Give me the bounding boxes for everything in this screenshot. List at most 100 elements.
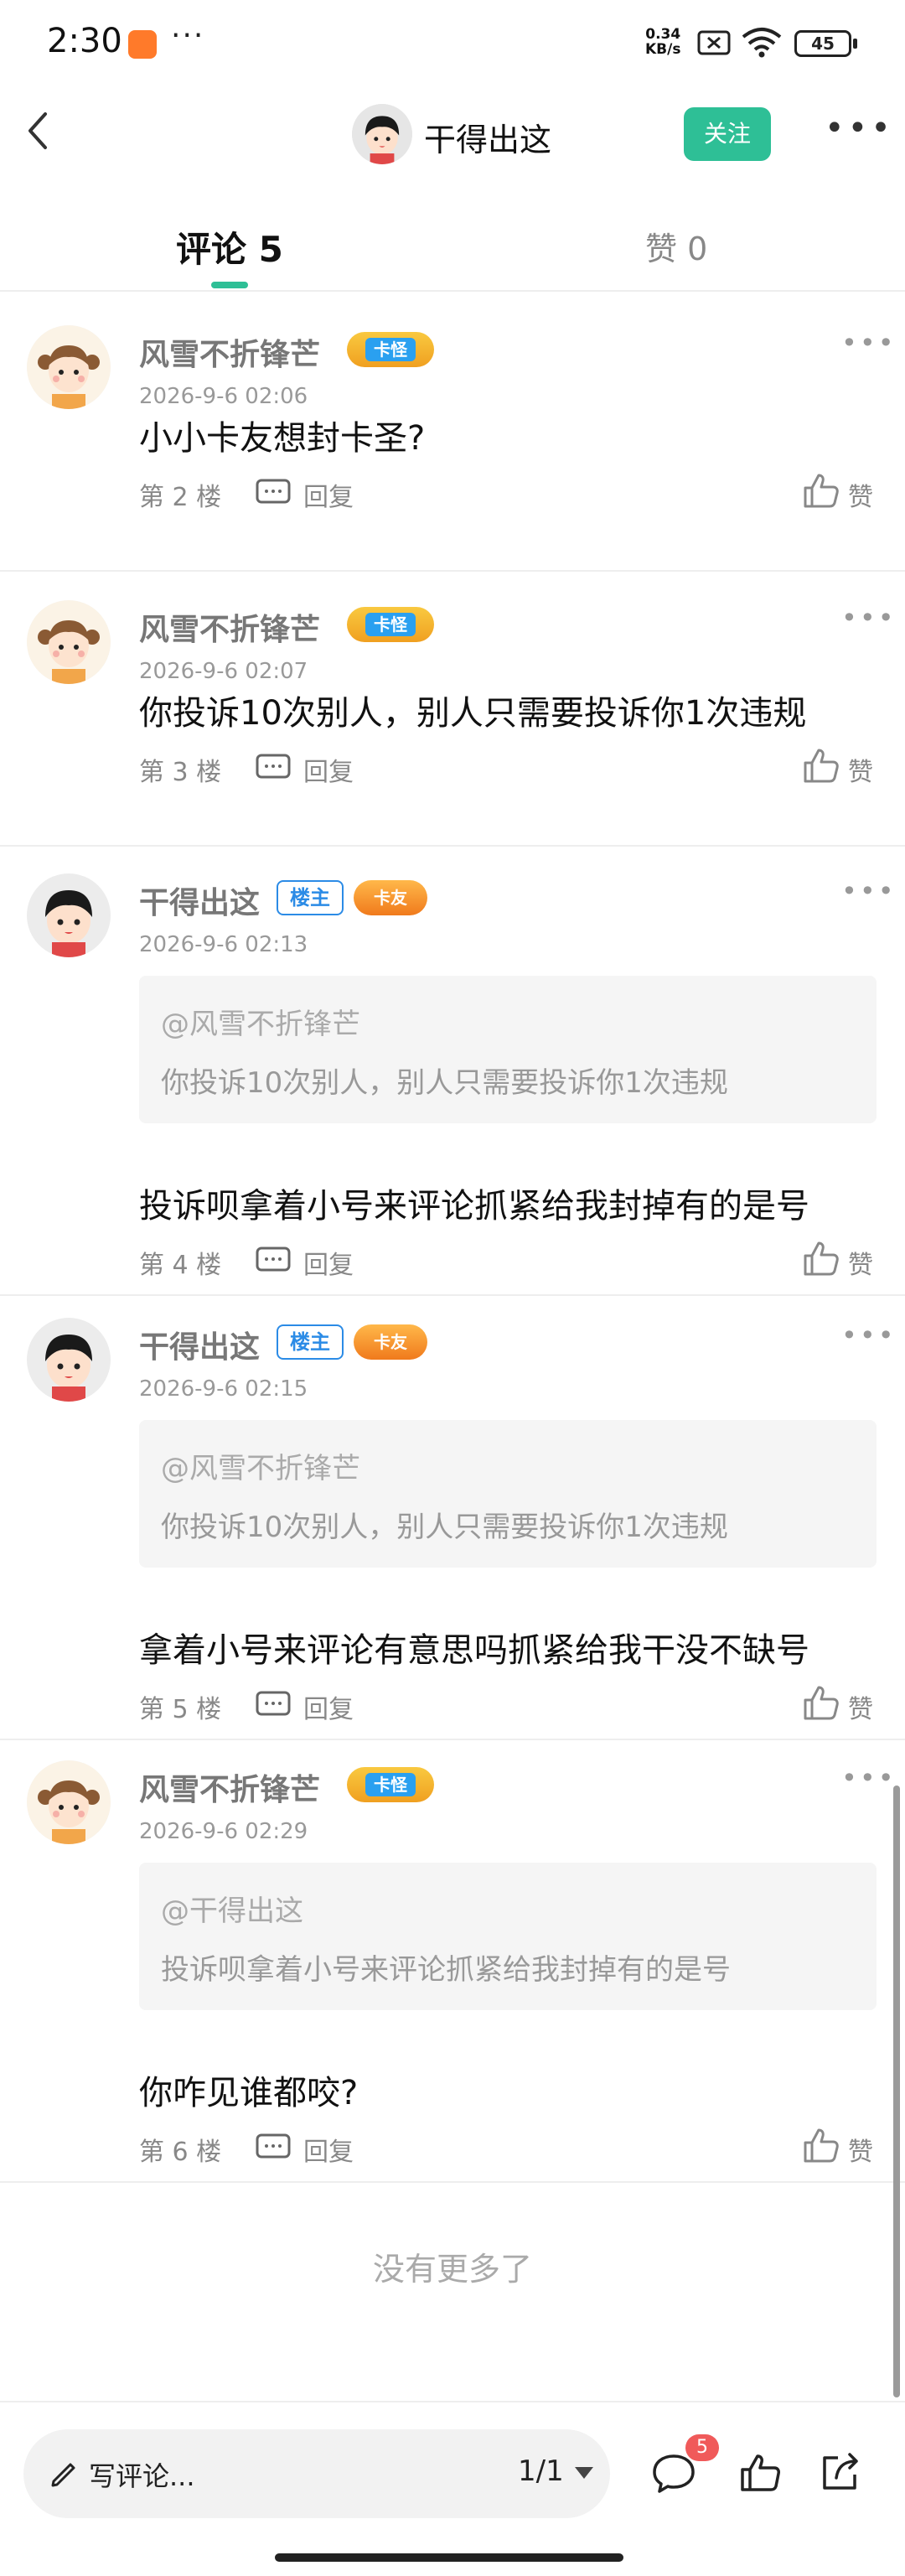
app-notification-icon (128, 30, 157, 59)
owner-badge: 楼主 (277, 880, 344, 915)
comment-avatar[interactable] (27, 873, 111, 957)
comment-more-icon[interactable]: ••• (841, 327, 897, 359)
reply-icon[interactable] (255, 753, 292, 783)
comment-username[interactable]: 风雪不折锋芒 (139, 330, 320, 374)
reply-button[interactable]: 回复 (303, 2131, 354, 2168)
header-title[interactable]: 干得出这 (424, 114, 551, 160)
quoted-user: @干得出这 (161, 1894, 303, 1928)
reply-icon[interactable] (255, 1246, 292, 1276)
tab-divider (0, 290, 905, 292)
no-more-text: 没有更多了 (372, 2251, 532, 2288)
comment-text: 你咋见谁都咬? (139, 2074, 359, 2112)
comment-time: 2026-9-6 02:07 (139, 659, 308, 684)
like-icon[interactable] (737, 2449, 783, 2495)
quoted-comment[interactable]: @干得出这 投诉呗拿着小号来评论抓紧给我封掉有的是号 (139, 1863, 877, 2010)
reply-icon[interactable] (255, 1690, 292, 1720)
level-medal-badge: 卡怪 (347, 607, 434, 642)
comment-divider (0, 845, 905, 847)
comment-more-icon[interactable]: ••• (841, 875, 897, 907)
boy-avatar-icon (352, 104, 412, 164)
like-button[interactable]: 赞 (848, 1244, 873, 1281)
girl-avatar-icon (27, 1760, 111, 1844)
home-indicator[interactable] (275, 2553, 623, 2562)
level-medal-badge: 卡友 (354, 880, 427, 915)
reply-button[interactable]: 回复 (303, 1688, 354, 1725)
pen-icon (51, 2463, 75, 2487)
tab-likes-label: 赞 (645, 231, 678, 267)
wifi-icon (742, 28, 782, 58)
status-more-icon: ··· (171, 18, 205, 53)
level-medal-badge: 卡怪 (347, 1767, 434, 1802)
battery-tip (853, 39, 857, 49)
comment-avatar[interactable] (27, 1318, 111, 1402)
level-medal-badge: 卡怪 (347, 332, 434, 367)
reply-button[interactable]: 回复 (303, 751, 354, 788)
like-button[interactable]: 赞 (848, 476, 873, 513)
reply-button[interactable]: 回复 (303, 1244, 354, 1281)
comment-time: 2026-9-6 02:13 (139, 932, 308, 957)
sim-icon (697, 30, 731, 55)
comment-more-icon[interactable]: ••• (841, 602, 897, 634)
page-indicator[interactable]: 1/1 (518, 2454, 564, 2488)
level-medal-label: 卡怪 (365, 338, 416, 361)
comment-more-icon[interactable]: ••• (841, 1762, 897, 1794)
comment-avatar[interactable] (27, 325, 111, 409)
quoted-text: 投诉呗拿着小号来评论抓紧给我封掉有的是号 (161, 1953, 731, 1987)
tab-comments-count: 5 (258, 229, 283, 270)
like-button[interactable]: 赞 (848, 751, 873, 788)
network-speed: 0.34 KB/s (645, 27, 680, 57)
tab-likes[interactable]: 赞 0 (645, 223, 707, 269)
like-icon[interactable] (801, 1683, 840, 1722)
dropdown-icon[interactable] (573, 2465, 595, 2481)
network-speed-value: 0.34 (645, 26, 681, 43)
comment-username[interactable]: 干得出这 (139, 1323, 260, 1366)
reply-icon[interactable] (255, 2133, 292, 2163)
like-icon[interactable] (801, 2126, 840, 2164)
quoted-comment[interactable]: @风雪不折锋芒 你投诉10次别人，别人只需要投诉你1次违规 (139, 976, 877, 1123)
quoted-user: @风雪不折锋芒 (161, 1452, 360, 1485)
quoted-comment[interactable]: @风雪不折锋芒 你投诉10次别人，别人只需要投诉你1次违规 (139, 1420, 877, 1568)
comment-floor: 第 2 楼 (139, 483, 222, 512)
write-comment-placeholder[interactable]: 写评论... (89, 2455, 195, 2494)
tab-comments-label: 评论 (176, 229, 247, 270)
follow-button[interactable]: 关注 (684, 107, 771, 161)
comment-floor: 第 4 楼 (139, 1251, 222, 1280)
quoted-text: 你投诉10次别人，别人只需要投诉你1次违规 (161, 1511, 728, 1544)
comment-username[interactable]: 风雪不折锋芒 (139, 605, 320, 649)
reply-icon[interactable] (255, 478, 292, 508)
like-icon[interactable] (801, 1239, 840, 1278)
comment-avatar[interactable] (27, 600, 111, 684)
comment-text: 你投诉10次别人，别人只需要投诉你1次违规 (139, 694, 807, 733)
comment-text: 投诉呗拿着小号来评论抓紧给我封掉有的是号 (139, 1187, 809, 1226)
scrollbar[interactable] (893, 1786, 900, 2397)
share-icon[interactable] (818, 2449, 863, 2495)
back-icon[interactable] (17, 106, 59, 156)
battery-icon: 45 (794, 30, 851, 57)
tab-comments[interactable]: 评论 5 (176, 221, 283, 272)
comment-floor: 第 5 楼 (139, 1695, 222, 1724)
like-button[interactable]: 赞 (848, 1688, 873, 1725)
header-avatar[interactable] (352, 104, 412, 164)
comment-time: 2026-9-6 02:29 (139, 1819, 308, 1844)
comment-text: 拿着小号来评论有意思吗抓紧给我干没不缺号 (139, 1631, 809, 1670)
quoted-user: @风雪不折锋芒 (161, 1008, 360, 1041)
comment-divider (0, 1739, 905, 1740)
comment-avatar[interactable] (27, 1760, 111, 1844)
girl-avatar-icon (27, 325, 111, 409)
level-medal-label: 卡怪 (365, 613, 416, 636)
comment-time: 2026-9-6 02:06 (139, 384, 308, 409)
level-medal-badge: 卡友 (354, 1324, 427, 1360)
comment-text: 小小卡友想封卡圣? (139, 419, 426, 458)
comment-divider (0, 1294, 905, 1296)
comment-username[interactable]: 风雪不折锋芒 (139, 1765, 320, 1809)
like-icon[interactable] (801, 471, 840, 510)
girl-avatar-icon (27, 600, 111, 684)
comment-count-badge: 5 (685, 2434, 719, 2461)
like-button[interactable]: 赞 (848, 2131, 873, 2168)
tab-active-indicator (211, 282, 248, 288)
reply-button[interactable]: 回复 (303, 476, 354, 513)
more-icon[interactable]: ••• (825, 109, 894, 148)
like-icon[interactable] (801, 746, 840, 785)
comment-username[interactable]: 干得出这 (139, 879, 260, 922)
comment-more-icon[interactable]: ••• (841, 1319, 897, 1351)
